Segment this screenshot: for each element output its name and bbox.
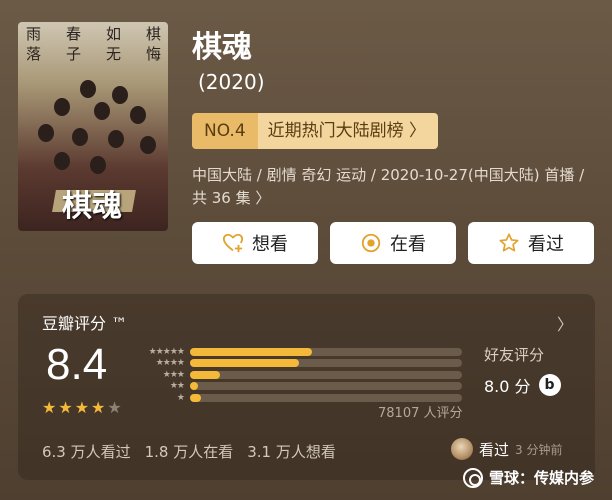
poster-text-col2: 春子 [66,25,82,63]
watching-button[interactable]: 在看 [330,222,456,264]
rating-distribution-stars: ★ [176,392,185,403]
rating-distribution-stars: ★★★ [162,369,185,380]
rating-distribution-bar [190,359,299,368]
rating-distribution-stars: ★★★★★ [148,346,185,357]
rating-distribution-row: ★★★★★ [136,346,462,358]
poster-cast [24,80,162,174]
rating-distribution-bar [190,393,201,402]
rating-title: 豆瓣评分 ™ [42,314,128,333]
star-filled-icon: ★ [58,398,73,417]
rating-distribution-track [190,359,462,368]
star-filled-icon: ★ [91,398,106,417]
action-buttons: 想看 在看 看过 [192,222,594,264]
rating-card[interactable]: 豆瓣评分 ™ 〉 8.4 ★ ★ ★ ★ ★ ★★★★★ ★★★★ ★★★ ★★ ★ 78107… [18,294,595,480]
rating-distribution-track [190,347,462,356]
friends-rating[interactable]: 好友评分 8.0 分 b [484,344,561,397]
rating-stars: ★ ★ ★ ★ ★ [42,398,122,417]
audience-stats: 6.3 万人看过 1.8 万人在看 3.1 万人想看 [42,441,336,462]
rating-distribution-row: ★★ [136,381,462,393]
release-year: (2020) [198,70,265,94]
rating-distribution-row: ★★★ [136,369,462,381]
page-title: 棋魂 [192,30,252,65]
rating-distribution-bar [190,382,199,391]
poster-logo: 棋魂 [62,189,122,224]
chevron-right-icon: 〉 [409,121,427,141]
rating-distribution-bar [190,347,313,356]
star-filled-icon: ★ [42,398,57,417]
rating-score: 8.4 [46,340,108,389]
rating-distribution-bar [190,370,220,379]
poster-text-col1: 雨落 [26,25,42,63]
douban-logo-icon: b [538,374,561,396]
poster-text-col3: 如无 [106,25,122,63]
xueqiu-logo-icon [462,467,483,488]
rank-label: 近期热门大陆剧榜 〉 [257,113,439,149]
poster-image[interactable]: 雨落 春子 如无 棋悔 棋魂 [18,22,168,231]
rating-distribution-track [190,370,462,379]
friends-rating-score: 8.0 分 [484,377,531,396]
rating-vote-count: 78107 人评分 [378,406,463,421]
rating-distribution-track [190,393,462,402]
star-icon [499,233,519,252]
rating-distribution-row: ★★★★ [136,358,462,370]
rating-distribution-track [190,382,462,391]
stat-watching[interactable]: 1.8 万人在看 [145,441,234,462]
want-to-watch-button[interactable]: 想看 [192,222,318,264]
rating-distribution: ★★★★★ ★★★★ ★★★ ★★ ★ [136,346,462,404]
rating-distribution-stars: ★★★★ [155,358,185,369]
target-circle-icon [361,233,381,253]
heart-plus-icon [222,233,244,253]
watermark: 雪球：传媒内参 [462,467,594,488]
avatar [451,438,473,460]
recent-activity-time: 3 分钟前 [515,442,563,457]
watermark-text: 雪球：传媒内参 [488,469,594,487]
watched-label: 看过 [528,234,564,255]
want-to-watch-label: 想看 [252,234,288,255]
star-empty-icon: ★ [107,398,122,417]
rating-distribution-stars: ★★ [169,381,185,392]
poster-text-col4: 棋悔 [146,25,162,63]
show-meta-info[interactable]: 中国大陆 / 剧情 奇幻 运动 / 2020-10-27(中国大陆) 首播 / … [192,164,597,210]
rank-badge[interactable]: NO.4 近期热门大陆剧榜 〉 [192,113,439,149]
star-filled-icon: ★ [74,398,90,417]
stat-watched[interactable]: 6.3 万人看过 [42,441,131,462]
stat-want[interactable]: 3.1 万人想看 [247,441,336,462]
chevron-right-icon[interactable]: 〉 [557,311,573,335]
recent-activity[interactable]: 看过 3 分钟前 [451,438,562,460]
watching-label: 在看 [390,234,426,255]
watched-button[interactable]: 看过 [468,222,594,264]
recent-activity-action: 看过 [479,440,510,459]
friends-rating-title: 好友评分 [484,346,545,364]
rank-number: NO.4 [192,113,258,149]
